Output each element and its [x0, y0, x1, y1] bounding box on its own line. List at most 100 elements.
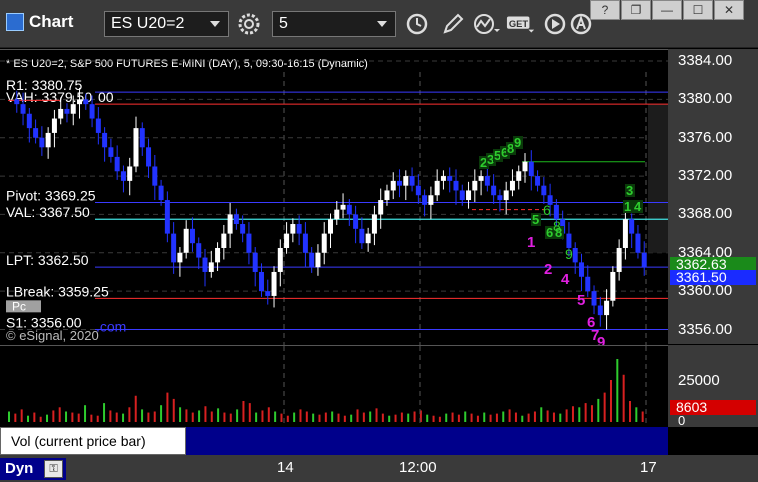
candle-body [528, 161, 534, 177]
candle-body [422, 195, 428, 205]
volume-bar [223, 412, 226, 422]
close-button[interactable]: ✕ [714, 0, 744, 20]
candle-body [146, 147, 152, 167]
candle-body [522, 161, 528, 172]
maximize-button[interactable]: ☐ [683, 0, 713, 20]
vol-tick-25000: 25000 [678, 372, 720, 389]
level-label: Pivot: 3369.25 [6, 187, 96, 203]
candle-body [302, 233, 308, 253]
volume-bar [84, 405, 87, 422]
candle-body [164, 200, 170, 234]
candle-body [484, 176, 490, 186]
interval-input[interactable]: 5 [272, 11, 396, 37]
volume-bar [248, 403, 251, 422]
candle-body [616, 247, 622, 272]
volume-bar [286, 415, 289, 422]
volume-bar [198, 410, 201, 422]
volume-bar [343, 415, 346, 422]
volume-bar [546, 410, 549, 422]
volume-bar [464, 411, 467, 422]
restore-button[interactable]: ❐ [621, 0, 651, 20]
volume-bar [457, 414, 460, 422]
candle-body [45, 132, 51, 148]
volume-bar [527, 413, 530, 422]
candle-body [384, 190, 390, 201]
close-icon[interactable]: × [171, 429, 179, 445]
candle-body [33, 128, 39, 138]
chevron-down-icon[interactable] [377, 21, 387, 27]
settings-gear-button[interactable] [234, 10, 264, 38]
volume-bar [438, 416, 441, 422]
seq-number-magenta: 4 [561, 271, 570, 288]
candle-body [591, 291, 597, 306]
symbol-input[interactable]: ES U20=2 [104, 11, 229, 37]
volume-bar [388, 415, 391, 422]
price-badge-blue: 3361.50 [670, 269, 756, 285]
candle-body [183, 228, 189, 253]
get-data-button[interactable]: GET [506, 10, 536, 38]
candle-body [215, 247, 221, 263]
price-tick: 3368.00 [678, 205, 733, 223]
chevron-down-icon[interactable] [210, 21, 220, 27]
volume-bar [565, 409, 568, 422]
volume-bar [324, 412, 327, 422]
candle-body [240, 224, 246, 234]
volume-bar [90, 414, 93, 422]
volume-bar [540, 407, 543, 422]
help-button[interactable]: ? [590, 0, 620, 20]
volume-bar [426, 414, 429, 422]
candle-body [491, 185, 497, 196]
candle-body [246, 233, 252, 253]
volume-bar [20, 409, 23, 422]
volume-bar [153, 411, 156, 422]
level-label: LPT: 3362.50 [6, 252, 89, 268]
level-label: VAL: 3367.50 [6, 204, 90, 220]
candle-body [466, 190, 472, 201]
candle-body [371, 214, 377, 234]
time-template-button[interactable] [402, 10, 432, 38]
candle-body [139, 128, 145, 148]
price-pane[interactable]: * ES U20=2, S&P 500 FUTURES E-MINI (DAY)… [0, 49, 668, 351]
time-axis[interactable]: 14 12:00 17 [0, 455, 758, 482]
candle-body [572, 247, 578, 263]
volume-bar [394, 414, 397, 422]
price-tick: 3384.00 [678, 52, 733, 69]
candle-body [610, 271, 616, 301]
draw-tool-button[interactable] [438, 10, 468, 38]
time-tick: 12:00 [399, 459, 437, 476]
minimize-button[interactable]: — [652, 0, 682, 20]
time-tick: 14 [277, 459, 294, 476]
candle-body [641, 252, 647, 268]
volume-axis[interactable]: 25000 0 8603 [668, 345, 758, 428]
candle-body [51, 118, 57, 133]
volume-bar [71, 412, 74, 422]
volume-bar [470, 413, 473, 422]
volume-bar [77, 413, 80, 422]
volume-pane[interactable] [0, 345, 668, 428]
volume-bar [331, 411, 334, 422]
candle-body [83, 99, 89, 105]
volume-legend[interactable]: Vol (current price bar) [0, 427, 186, 455]
toolbar: Chart ES U20=2 5 GET ? ❐ — ☐ ✕ [0, 0, 758, 48]
candle-body [177, 252, 183, 263]
volume-bar [578, 407, 581, 422]
chart-grid-icon [6, 13, 24, 31]
price-axis[interactable]: 3384.00 3380.00 3376.00 3372.00 3368.00 3364.… [668, 49, 758, 344]
candle-body [20, 104, 26, 114]
volume-bar [584, 403, 587, 422]
candle-body [453, 180, 459, 191]
get-icon: GET [506, 16, 535, 33]
volume-bar [242, 401, 245, 422]
play-icon [544, 13, 566, 35]
candle-body [277, 247, 283, 272]
volume-bar [616, 359, 619, 422]
symbol-value: ES U20=2 [111, 15, 185, 32]
candle-body [397, 180, 403, 186]
volume-bar [27, 415, 30, 422]
lock-icon[interactable]: ⚿ [44, 460, 63, 478]
candle-body [108, 147, 114, 157]
volume-bar [46, 414, 49, 422]
seq-number-magenta: 5 [577, 292, 585, 309]
volume-bar [33, 412, 36, 422]
studies-button[interactable] [472, 10, 502, 38]
